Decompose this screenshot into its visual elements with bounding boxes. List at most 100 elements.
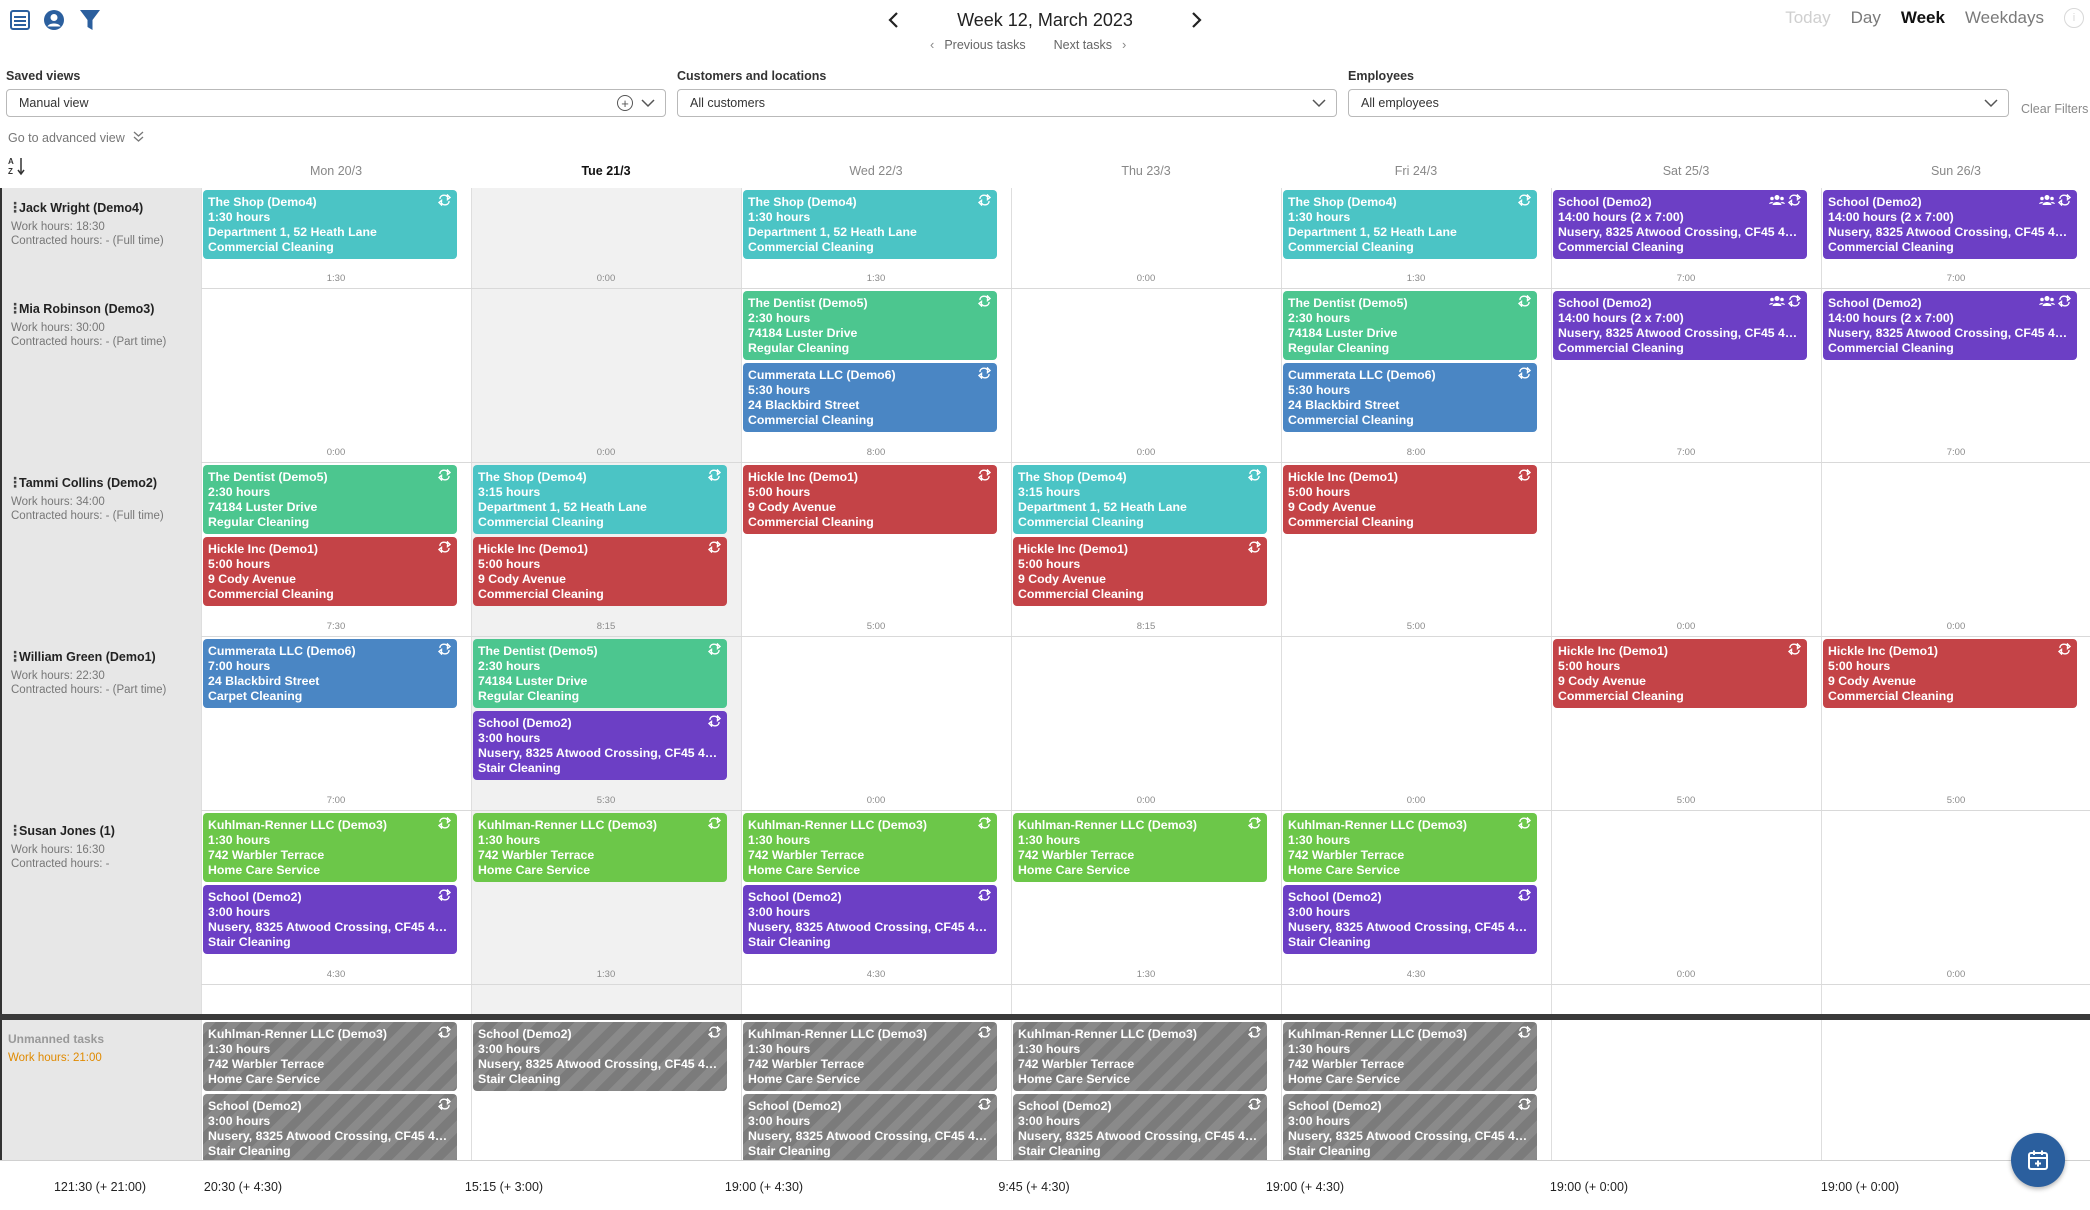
- task-card[interactable]: Kuhlman-Renner LLC (Demo3) 1:30 hours 742 …: [1283, 813, 1537, 882]
- day-header: Fri 24/3: [1394, 164, 1438, 178]
- task-card[interactable]: School (Demo2) 3:00 hours Nusery, 8325 Atw…: [1283, 1094, 1537, 1163]
- employee-name[interactable]: William Green (Demo1): [19, 650, 156, 664]
- task-card[interactable]: The Shop (Demo4) 3:15 hours Department 1, …: [473, 465, 727, 534]
- employee-info: ⋮ Susan Jones (1) Work hours: 16:30 Contrac…: [8, 822, 196, 870]
- sort-alpha-icon[interactable]: AZ: [8, 156, 28, 176]
- task-service: Commercial Cleaning: [1018, 515, 1144, 529]
- next-tasks-button[interactable]: Next tasks ›: [1054, 37, 1127, 52]
- view-weekdays-tab[interactable]: Weekdays: [1965, 8, 2044, 28]
- previous-tasks-button[interactable]: ‹ Previous tasks: [930, 37, 1026, 52]
- task-card[interactable]: The Shop (Demo4) 1:30 hours Department 1, …: [1283, 190, 1537, 259]
- task-icons: [977, 1025, 992, 1042]
- employee-name-row: ⋮ Mia Robinson (Demo3): [8, 300, 196, 317]
- task-customer: Hickle Inc (Demo1): [748, 470, 859, 484]
- task-card[interactable]: Hickle Inc (Demo1) 5:00 hours 9 Cody Avenu…: [1823, 639, 2077, 708]
- task-card[interactable]: School (Demo2) 14:00 hours (2 x 7:00) Nuse…: [1553, 190, 1807, 259]
- employee-name[interactable]: Mia Robinson (Demo3): [19, 302, 154, 316]
- task-card[interactable]: The Dentist (Demo5) 2:30 hours 74184 Luste…: [473, 639, 727, 708]
- task-card[interactable]: School (Demo2) 3:00 hours Nusery, 8325 Atw…: [203, 885, 457, 954]
- more-options-icon[interactable]: ⋮: [8, 300, 22, 317]
- saved-views-select[interactable]: Manual view +: [6, 89, 666, 117]
- task-card[interactable]: Hickle Inc (Demo1) 5:00 hours 9 Cody Avenu…: [203, 537, 457, 606]
- task-service: Commercial Cleaning: [1828, 240, 1954, 254]
- repeat-icon: [1517, 1097, 1532, 1114]
- task-card[interactable]: The Shop (Demo4) 1:30 hours Department 1, …: [743, 190, 997, 259]
- task-card[interactable]: School (Demo2) 14:00 hours (2 x 7:00) Nuse…: [1553, 291, 1807, 360]
- task-card[interactable]: School (Demo2) 3:00 hours Nusery, 8325 Atw…: [1013, 1094, 1267, 1163]
- more-options-icon[interactable]: ⋮: [8, 648, 22, 665]
- add-view-icon[interactable]: +: [617, 95, 633, 111]
- view-week-tab[interactable]: Week: [1901, 8, 1945, 28]
- menu-icon[interactable]: [6, 6, 34, 34]
- task-card[interactable]: Kuhlman-Renner LLC (Demo3) 1:30 hours 742 …: [743, 1022, 997, 1091]
- task-card[interactable]: The Dentist (Demo5) 2:30 hours 74184 Luste…: [203, 465, 457, 534]
- previous-week-button[interactable]: [880, 6, 908, 34]
- employee-name[interactable]: Susan Jones (1): [19, 824, 115, 838]
- task-card[interactable]: Kuhlman-Renner LLC (Demo3) 1:30 hours 742 …: [203, 1022, 457, 1091]
- saved-views-value: Manual view: [19, 96, 89, 110]
- task-card[interactable]: School (Demo2) 3:00 hours Nusery, 8325 Atw…: [1283, 885, 1537, 954]
- employee-name[interactable]: Jack Wright (Demo4): [19, 201, 143, 215]
- task-address: 74184 Luster Drive: [478, 674, 588, 688]
- task-card[interactable]: Kuhlman-Renner LLC (Demo3) 1:30 hours 742 …: [203, 813, 457, 882]
- task-customer: School (Demo2): [1288, 890, 1382, 904]
- user-icon[interactable]: [40, 6, 68, 34]
- task-card[interactable]: School (Demo2) 3:00 hours Nusery, 8325 Atw…: [743, 1094, 997, 1163]
- task-customer: Kuhlman-Renner LLC (Demo3): [1288, 1027, 1467, 1041]
- task-card[interactable]: Hickle Inc (Demo1) 5:00 hours 9 Cody Avenu…: [473, 537, 727, 606]
- task-card[interactable]: Cummerata LLC (Demo6) 7:00 hours 24 Blackb…: [203, 639, 457, 708]
- task-card[interactable]: Cummerata LLC (Demo6) 5:30 hours 24 Blackb…: [743, 363, 997, 432]
- task-address: Nusery, 8325 Atwood Crossing, CF45 4SX: [1828, 225, 2071, 239]
- task-card[interactable]: The Shop (Demo4) 1:30 hours Department 1, …: [203, 190, 457, 259]
- day-hours-total: 0:00: [866, 795, 886, 806]
- task-card[interactable]: School (Demo2) 14:00 hours (2 x 7:00) Nuse…: [1823, 190, 2077, 259]
- employees-select[interactable]: All employees: [1348, 89, 2009, 117]
- task-card[interactable]: School (Demo2) 3:00 hours Nusery, 8325 Atw…: [743, 885, 997, 954]
- repeat-icon: [437, 816, 452, 833]
- task-service: Commercial Cleaning: [748, 240, 874, 254]
- task-card[interactable]: The Dentist (Demo5) 2:30 hours 74184 Luste…: [743, 291, 997, 360]
- task-card[interactable]: Cummerata LLC (Demo6) 5:30 hours 24 Blackb…: [1283, 363, 1537, 432]
- info-icon[interactable]: i: [2064, 8, 2084, 28]
- employees-value: All employees: [1361, 96, 1439, 110]
- task-service: Commercial Cleaning: [478, 587, 604, 601]
- task-service: Home Care Service: [1018, 1072, 1131, 1086]
- task-card[interactable]: Kuhlman-Renner LLC (Demo3) 1:30 hours 742 …: [1013, 813, 1267, 882]
- filter-icon[interactable]: [76, 6, 104, 34]
- task-duration: 5:00 hours: [1558, 659, 1621, 673]
- day-header: Tue 21/3: [581, 164, 631, 178]
- task-card[interactable]: Kuhlman-Renner LLC (Demo3) 1:30 hours 742 …: [473, 813, 727, 882]
- view-today-tab[interactable]: Today: [1785, 8, 1830, 28]
- task-card[interactable]: School (Demo2) 14:00 hours (2 x 7:00) Nuse…: [1823, 291, 2077, 360]
- task-card[interactable]: Kuhlman-Renner LLC (Demo3) 1:30 hours 742 …: [1013, 1022, 1267, 1091]
- clear-filters-button[interactable]: Clear Filters: [2021, 102, 2088, 116]
- more-options-icon[interactable]: ⋮: [8, 474, 22, 491]
- advanced-view-toggle[interactable]: Go to advanced view: [8, 131, 144, 145]
- view-day-tab[interactable]: Day: [1851, 8, 1881, 28]
- day-header: Thu 23/3: [1121, 164, 1171, 178]
- more-options-icon[interactable]: ⋮: [8, 822, 22, 839]
- schedule-grid: ⋮ Jack Wright (Demo4) Work hours: 18:30 Con…: [0, 188, 2090, 1163]
- employees-label: Employees: [1348, 69, 1415, 83]
- task-card[interactable]: Hickle Inc (Demo1) 5:00 hours 9 Cody Avenu…: [743, 465, 997, 534]
- task-card[interactable]: School (Demo2) 3:00 hours Nusery, 8325 Atw…: [203, 1094, 457, 1163]
- add-task-button[interactable]: [2011, 1133, 2065, 1187]
- task-card[interactable]: Hickle Inc (Demo1) 5:00 hours 9 Cody Avenu…: [1013, 537, 1267, 606]
- task-card[interactable]: The Shop (Demo4) 3:15 hours Department 1, …: [1013, 465, 1267, 534]
- task-icons: [977, 294, 992, 311]
- task-card[interactable]: Hickle Inc (Demo1) 5:00 hours 9 Cody Avenu…: [1553, 639, 1807, 708]
- next-week-button[interactable]: [1182, 6, 1210, 34]
- task-card[interactable]: School (Demo2) 3:00 hours Nusery, 8325 Atw…: [473, 1022, 727, 1091]
- task-card[interactable]: The Dentist (Demo5) 2:30 hours 74184 Luste…: [1283, 291, 1537, 360]
- task-card[interactable]: Kuhlman-Renner LLC (Demo3) 1:30 hours 742 …: [743, 813, 997, 882]
- task-service: Commercial Cleaning: [748, 413, 874, 427]
- task-card[interactable]: Kuhlman-Renner LLC (Demo3) 1:30 hours 742 …: [1283, 1022, 1537, 1091]
- task-card[interactable]: School (Demo2) 3:00 hours Nusery, 8325 Atw…: [473, 711, 727, 780]
- employee-name-row: ⋮ William Green (Demo1): [8, 648, 196, 665]
- employee-name[interactable]: Tammi Collins (Demo2): [19, 476, 157, 490]
- more-options-icon[interactable]: ⋮: [8, 199, 22, 216]
- task-card[interactable]: Hickle Inc (Demo1) 5:00 hours 9 Cody Avenu…: [1283, 465, 1537, 534]
- customers-select[interactable]: All customers: [677, 89, 1337, 117]
- task-icons: [1247, 1097, 1262, 1114]
- repeat-icon: [1787, 193, 1802, 210]
